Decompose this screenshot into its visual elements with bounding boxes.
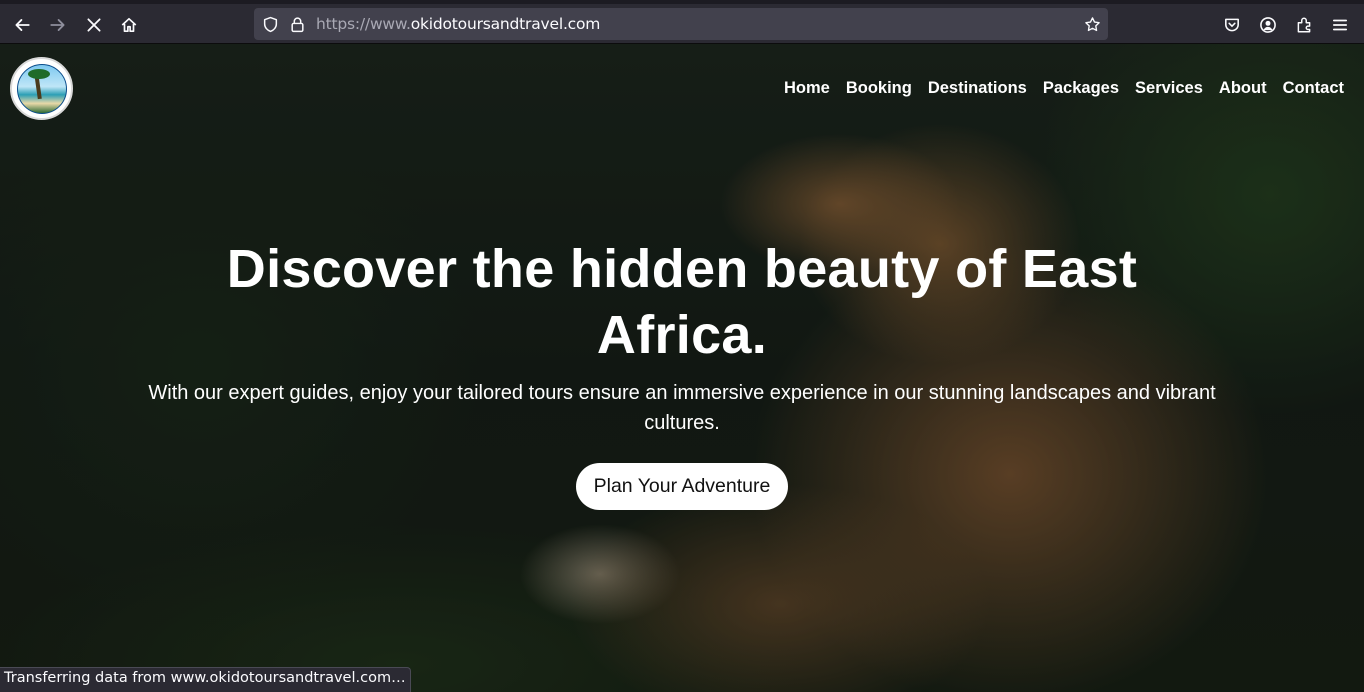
- nav-services[interactable]: Services: [1135, 79, 1203, 98]
- nav-about[interactable]: About: [1219, 79, 1267, 98]
- plan-adventure-button[interactable]: Plan Your Adventure: [575, 463, 789, 510]
- site-logo[interactable]: [10, 57, 73, 120]
- browser-toolbar: https://www.okidotoursandtravel.com: [0, 0, 1364, 44]
- logo-emblem: [16, 63, 67, 114]
- status-bar: Transferring data from www.okidotoursand…: [0, 667, 411, 692]
- nav-home[interactable]: Home: [784, 79, 830, 98]
- hero-section: Home Booking Destinations Packages Servi…: [0, 44, 1364, 692]
- nav-booking[interactable]: Booking: [846, 79, 912, 98]
- url-text[interactable]: https://www.okidotoursandtravel.com: [316, 15, 600, 33]
- account-icon[interactable]: [1253, 10, 1283, 40]
- pocket-icon[interactable]: [1217, 10, 1247, 40]
- lock-icon[interactable]: [288, 15, 306, 33]
- nav-packages[interactable]: Packages: [1043, 79, 1119, 98]
- nav-destinations[interactable]: Destinations: [928, 79, 1027, 98]
- back-icon[interactable]: [7, 10, 37, 40]
- nav-contact[interactable]: Contact: [1283, 79, 1344, 98]
- url-domain: okidotoursandtravel.com: [410, 15, 601, 33]
- star-icon[interactable]: [1083, 15, 1101, 33]
- hero-content: Discover the hidden beauty of East Afric…: [0, 236, 1364, 510]
- url-bar[interactable]: https://www.okidotoursandtravel.com: [254, 8, 1108, 40]
- hero-title: Discover the hidden beauty of East Afric…: [226, 239, 1138, 365]
- extensions-icon[interactable]: [1289, 10, 1319, 40]
- home-icon[interactable]: [114, 10, 144, 40]
- stop-icon[interactable]: [79, 10, 109, 40]
- main-nav: Home Booking Destinations Packages Servi…: [784, 79, 1344, 98]
- menu-icon[interactable]: [1325, 10, 1355, 40]
- forward-icon[interactable]: [43, 10, 73, 40]
- url-prefix: https://www.: [316, 15, 411, 33]
- hero-subtitle: With our expert guides, enjoy your tailo…: [148, 382, 1216, 434]
- shield-icon[interactable]: [261, 15, 279, 33]
